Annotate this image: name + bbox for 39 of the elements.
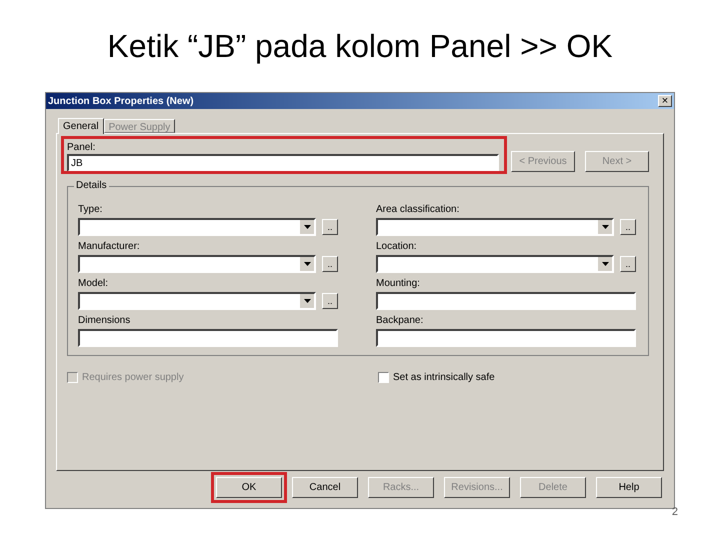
field-label: Type: <box>78 203 104 217</box>
field-label: Backpane: <box>376 314 424 328</box>
field-label: Manufacturer: <box>78 240 141 254</box>
dropdown-field[interactable] <box>78 292 316 310</box>
tab[interactable]: General <box>58 118 104 134</box>
dropdown-arrow-icon <box>304 225 310 229</box>
dialog-button[interactable]: Cancel <box>292 477 358 498</box>
checkbox-label: Set as intrinsically safe <box>393 371 495 385</box>
dropdown-arrow-icon <box>602 225 608 229</box>
slide-title: Ketik “JB” pada kolom Panel >> OK <box>107 30 613 66</box>
dropdown-field[interactable] <box>78 255 316 273</box>
checkbox[interactable] <box>378 372 389 383</box>
field-label: Area classification: <box>376 203 460 217</box>
panel-input-field[interactable]: JB <box>67 154 499 172</box>
field-label: Dimensions <box>78 314 132 328</box>
close-button[interactable]: × <box>658 95 672 107</box>
dropdown-field[interactable] <box>376 255 614 273</box>
dropdown-arrow-icon <box>602 262 608 266</box>
checkbox-label: Requires power supply <box>82 371 184 385</box>
window-title: Junction Box Properties (New) <box>48 94 194 108</box>
field-label: Panel: <box>67 142 96 154</box>
browse-button[interactable]: .. <box>620 219 636 235</box>
dialog-button[interactable]: Help <box>596 477 662 498</box>
browse-button[interactable]: .. <box>620 256 636 272</box>
text-input-field[interactable] <box>78 329 338 347</box>
dialog-button[interactable]: OK <box>216 477 282 498</box>
field-label: Mounting: <box>376 277 421 291</box>
page-number: 2 <box>672 504 678 520</box>
dropdown-arrow-icon <box>304 262 310 266</box>
field-label: Location: <box>376 240 418 254</box>
dropdown-field[interactable] <box>78 218 316 236</box>
browse-button[interactable]: .. <box>322 219 338 235</box>
text-input-field[interactable] <box>376 329 636 347</box>
field-label: Model: <box>78 277 110 291</box>
browse-button[interactable]: .. <box>322 256 338 272</box>
text-input-field[interactable] <box>376 292 636 310</box>
dropdown-field[interactable] <box>376 218 614 236</box>
browse-button[interactable]: .. <box>322 293 338 309</box>
dropdown-arrow-icon <box>304 299 310 303</box>
